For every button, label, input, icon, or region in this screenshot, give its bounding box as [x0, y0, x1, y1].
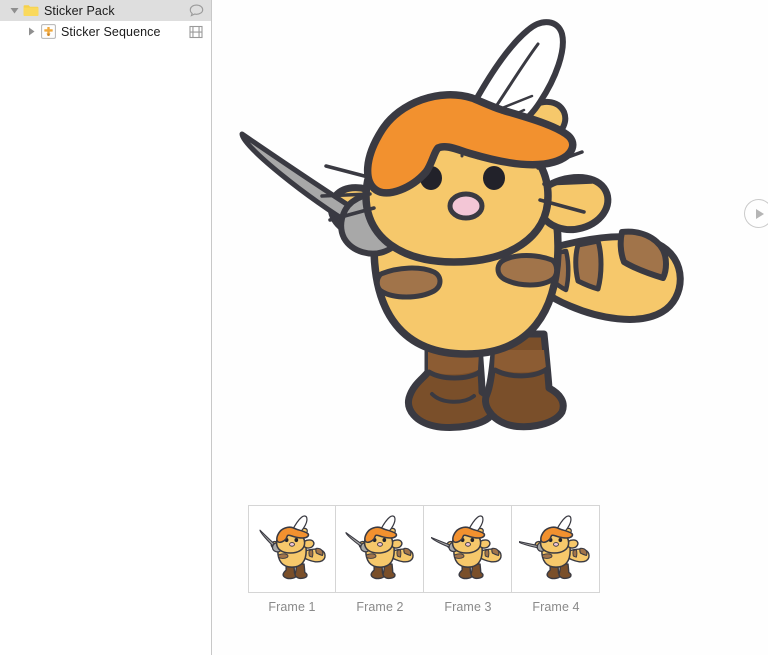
sticker-sequence-icon: [39, 24, 57, 40]
play-button-overlay[interactable]: [744, 199, 768, 228]
list-item[interactable]: Frame 2: [336, 505, 424, 614]
project-navigator-sidebar: Sticker Pack Sticker Sequence: [0, 0, 212, 655]
frame-thumbnail[interactable]: [512, 505, 600, 593]
play-triangle-icon: [756, 208, 764, 219]
sidebar-item-label: Sticker Pack: [44, 3, 115, 18]
list-item[interactable]: Frame 4: [512, 505, 600, 614]
film-strip-icon[interactable]: [183, 25, 209, 39]
frame-thumbnail[interactable]: [336, 505, 424, 593]
frame-label: Frame 3: [444, 600, 492, 614]
frame-thumbnail[interactable]: [248, 505, 336, 593]
frame-label: Frame 4: [532, 600, 580, 614]
sidebar-item-sticker-pack[interactable]: Sticker Pack: [0, 0, 211, 21]
list-item[interactable]: Frame 3: [424, 505, 512, 614]
disclosure-triangle-open-icon[interactable]: [6, 3, 22, 19]
sidebar-item-sticker-sequence[interactable]: Sticker Sequence: [0, 21, 211, 42]
sticker-preview-canvas[interactable]: Frame 1 Frame 2 Frame 3 Frame 4: [212, 0, 768, 655]
sticker-pack-editor: Sticker Pack Sticker Sequence Frame 1 Fr…: [0, 0, 768, 655]
frame-label: Frame 2: [356, 600, 404, 614]
comment-bubble-icon[interactable]: [183, 4, 209, 17]
frame-thumbnail-strip: Frame 1 Frame 2 Frame 3 Frame 4: [248, 505, 600, 614]
frame-thumbnail[interactable]: [424, 505, 512, 593]
sidebar-item-label: Sticker Sequence: [61, 24, 161, 39]
frame-label: Frame 1: [268, 600, 316, 614]
disclosure-triangle-closed-icon[interactable]: [23, 24, 39, 40]
folder-icon: [22, 3, 40, 19]
list-item[interactable]: Frame 1: [248, 505, 336, 614]
sticker-sequence-preview[interactable]: [226, 6, 706, 466]
